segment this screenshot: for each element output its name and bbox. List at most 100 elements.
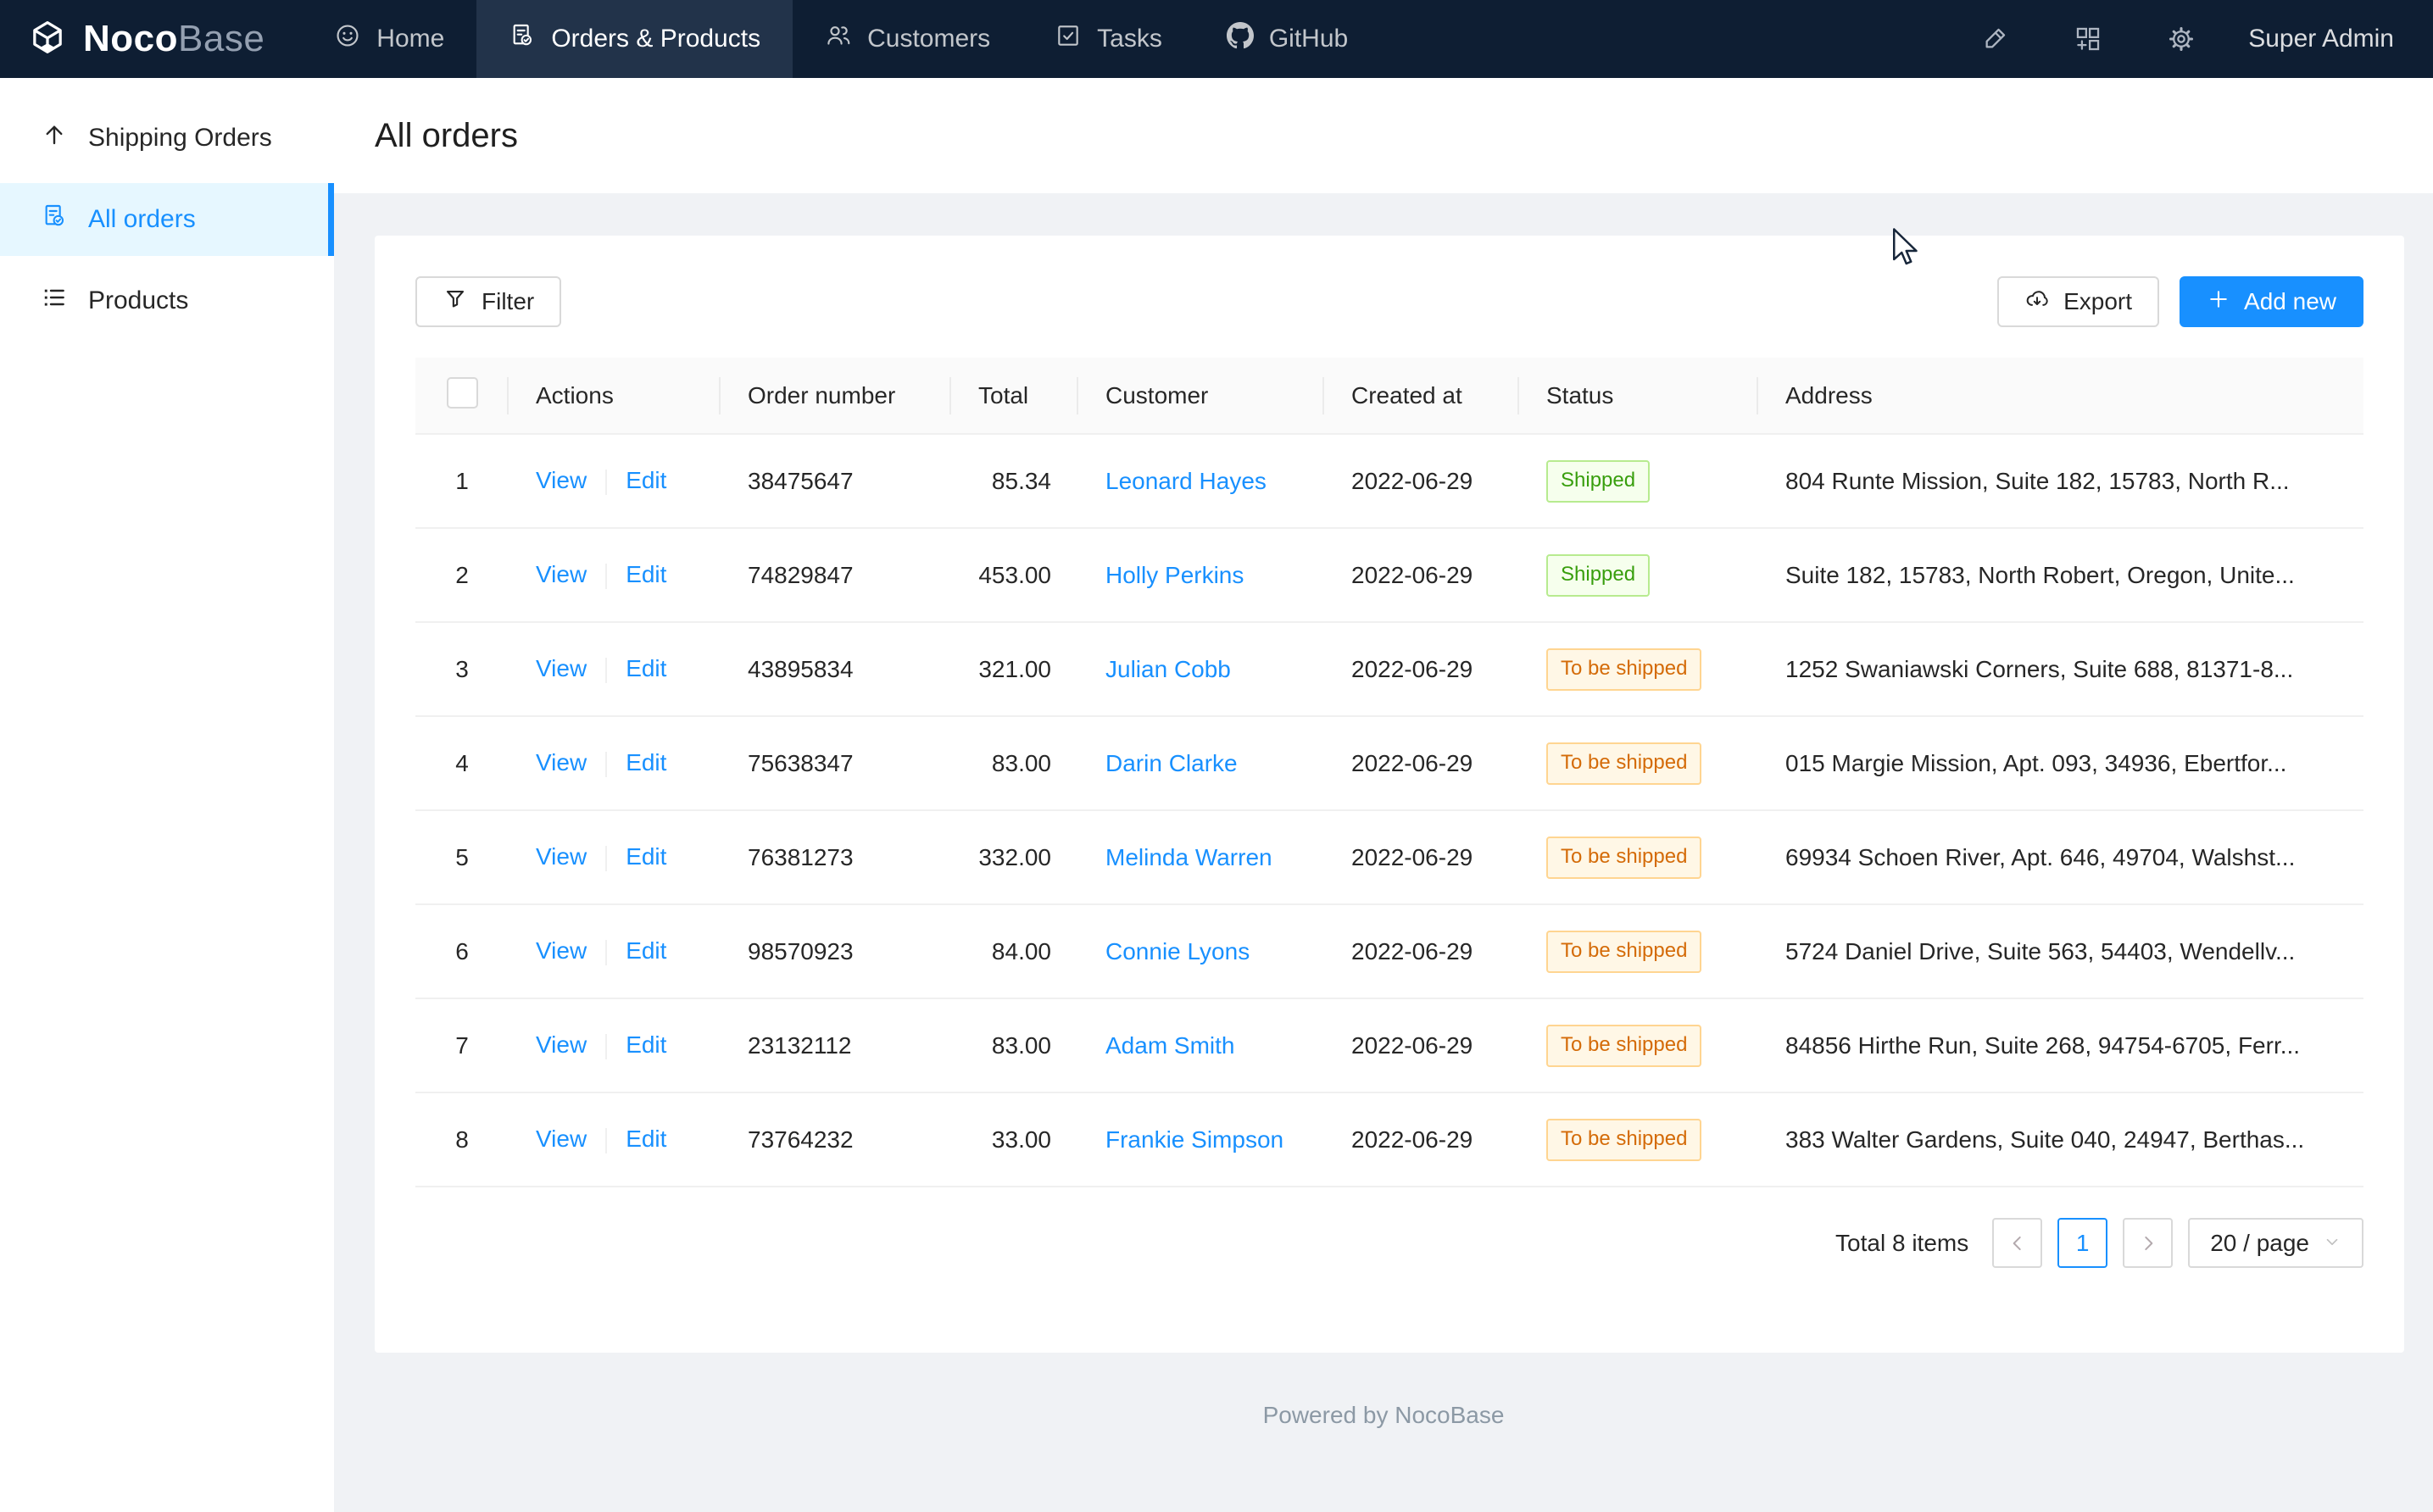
status-tag: To be shipped [1546,1119,1701,1161]
total-cell: 83.00 [951,716,1078,810]
edit-link[interactable]: Edit [626,749,666,775]
customer-link[interactable]: Melinda Warren [1105,844,1272,870]
row-index: 1 [415,434,509,528]
view-link[interactable]: View [536,843,587,870]
nocobase-logo-text: NocoBase [83,18,264,60]
table-row: 8 ViewEdit 73764232 33.00 Frankie Simpso… [415,1092,2363,1187]
action-divider [605,658,607,683]
funnel-icon [443,286,468,318]
order-number-cell: 98570923 [721,904,951,998]
page-size-value: 20 / page [2210,1230,2309,1257]
nav-item-customers[interactable]: Customers [793,0,1022,78]
address-cell: 84856 Hirthe Run, Suite 268, 94754-6705,… [1758,998,2363,1092]
edit-link[interactable]: Edit [626,467,666,493]
view-link[interactable]: View [536,1126,587,1152]
order-number-cell: 43895834 [721,622,951,716]
action-divider [605,564,607,589]
order-number-cell: 75638347 [721,716,951,810]
next-page-button[interactable] [2123,1218,2173,1268]
row-index: 3 [415,622,509,716]
blocks-plus-icon[interactable] [2041,0,2135,78]
check-square-icon [1055,22,1082,56]
view-link[interactable]: View [536,749,587,775]
nav-item-tasks[interactable]: Tasks [1022,0,1194,78]
nav-right: Super Admin [1948,0,2433,78]
page-header: All orders [334,78,2433,193]
customer-link[interactable]: Frankie Simpson [1105,1126,1283,1153]
address-cell: 69934 Schoen River, Apt. 646, 49704, Wal… [1758,810,2363,904]
customer-link[interactable]: Adam Smith [1105,1032,1235,1059]
created-at-cell: 2022-06-29 [1324,528,1519,622]
orders-table: Actions Order number Total Customer Crea… [415,358,2363,1187]
nav-item-home[interactable]: Home [302,0,476,78]
column-header-total: Total [951,358,1078,434]
status-tag: To be shipped [1546,648,1701,691]
created-at-cell: 2022-06-29 [1324,716,1519,810]
column-header-customer: Customer [1078,358,1324,434]
action-divider [605,1034,607,1059]
sidebar-item-label: Products [88,286,188,315]
edit-link[interactable]: Edit [626,843,666,870]
previous-page-button[interactable] [1992,1218,2042,1268]
address-cell: 804 Runte Mission, Suite 182, 15783, Nor… [1758,434,2363,528]
sidebar-item-all-orders[interactable]: All orders [0,183,334,256]
nocobase-logo-icon [25,15,70,64]
plus-icon [2207,287,2230,317]
pagination-total: Total 8 items [1835,1230,1968,1257]
file-done-icon [509,22,536,56]
customer-link[interactable]: Connie Lyons [1105,938,1250,964]
column-header-order-number: Order number [721,358,951,434]
sidebar-item-products[interactable]: Products [0,264,334,337]
customer-link[interactable]: Julian Cobb [1105,656,1231,682]
page-size-select[interactable]: 20 / page [2188,1218,2363,1268]
view-link[interactable]: View [536,561,587,587]
view-link[interactable]: View [536,1031,587,1058]
nav-item-github[interactable]: GitHub [1194,0,1380,78]
page-1-button[interactable]: 1 [2057,1218,2107,1268]
order-number-cell: 76381273 [721,810,951,904]
nav-item-orders-products[interactable]: Orders & Products [476,0,793,78]
nav-item-label: Tasks [1097,25,1162,53]
action-divider [605,470,607,495]
row-index: 4 [415,716,509,810]
edit-link[interactable]: Edit [626,937,666,964]
gear-icon[interactable] [2135,0,2228,78]
status-tag: Shipped [1546,460,1650,503]
user-menu[interactable]: Super Admin [2248,25,2394,53]
view-link[interactable]: View [536,655,587,681]
table-body: 1 ViewEdit 38475647 85.34 Leonard Hayes … [415,434,2363,1187]
sidebar-item-shipping-orders[interactable]: Shipping Orders [0,102,334,175]
customer-link[interactable]: Darin Clarke [1105,750,1238,776]
edit-link[interactable]: Edit [626,1031,666,1058]
page-title: All orders [375,117,518,155]
filter-button[interactable]: Filter [415,276,561,327]
order-number-cell: 73764232 [721,1092,951,1187]
created-at-cell: 2022-06-29 [1324,998,1519,1092]
address-cell: 015 Margie Mission, Apt. 093, 34936, Ebe… [1758,716,2363,810]
edit-link[interactable]: Edit [626,655,666,681]
customer-link[interactable]: Holly Perkins [1105,562,1244,588]
filter-button-label: Filter [482,288,534,315]
cloud-download-icon [2024,286,2050,318]
nav-item-label: Orders & Products [551,25,760,53]
address-cell: Suite 182, 15783, North Robert, Oregon, … [1758,528,2363,622]
export-button[interactable]: Export [1997,276,2159,327]
select-all-checkbox[interactable] [447,377,478,409]
created-at-cell: 2022-06-29 [1324,434,1519,528]
edit-link[interactable]: Edit [626,1126,666,1152]
table-row: 7 ViewEdit 23132112 83.00 Adam Smith 202… [415,998,2363,1092]
row-index: 6 [415,904,509,998]
view-link[interactable]: View [536,937,587,964]
customer-link[interactable]: Leonard Hayes [1105,468,1267,494]
chevron-down-icon [2323,1230,2341,1257]
table-header-row: Actions Order number Total Customer Crea… [415,358,2363,434]
highlighter-icon[interactable] [1948,0,2041,78]
action-divider [605,752,607,777]
view-link[interactable]: View [536,467,587,493]
nocobase-logo[interactable]: NocoBase [0,15,302,64]
edit-link[interactable]: Edit [626,561,666,587]
status-tag: To be shipped [1546,742,1701,785]
sidebar: Shipping Orders All orders Products [0,78,334,1512]
add-new-button[interactable]: Add new [2180,276,2363,327]
created-at-cell: 2022-06-29 [1324,622,1519,716]
